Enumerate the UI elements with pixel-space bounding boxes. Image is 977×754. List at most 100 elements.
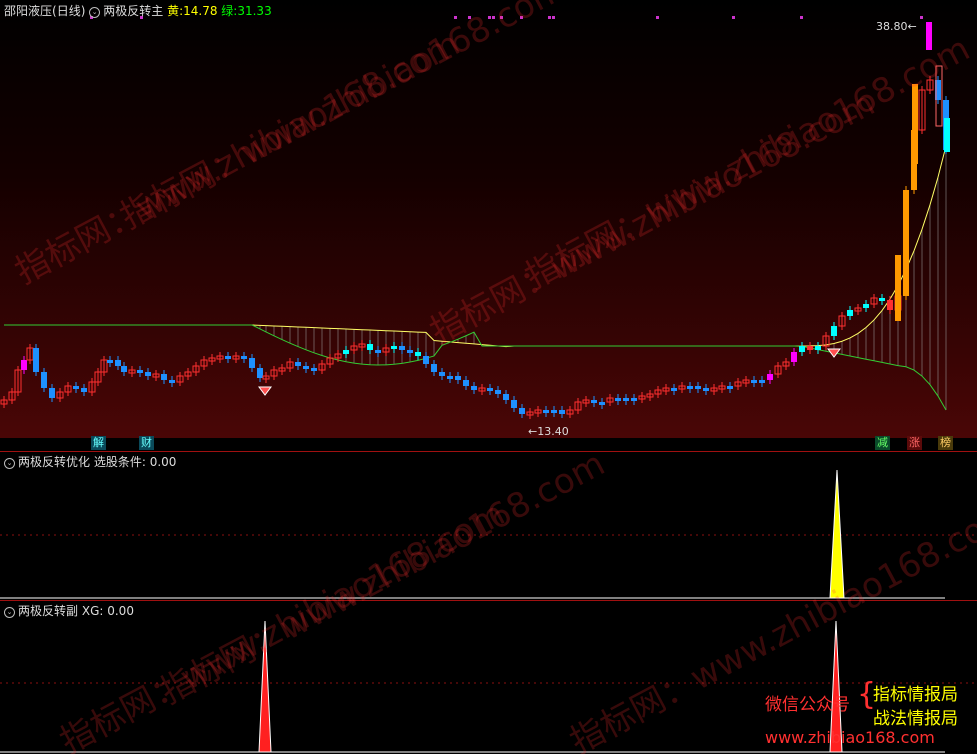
- top-marker-dot: [552, 16, 555, 19]
- top-marker-dot: [920, 16, 923, 19]
- main-chart-panel[interactable]: 邵阳液压(日线) ⌄ 两极反转主 黄:14.78 绿:31.33 38.80← ←…: [0, 0, 977, 439]
- candle-body: [415, 352, 421, 356]
- high-price-label: 38.80←: [876, 20, 917, 33]
- signal-gem-icon: [258, 386, 272, 396]
- candle-body: [703, 388, 709, 391]
- candle-body: [767, 374, 773, 380]
- candle-body: [807, 346, 813, 350]
- candle-body: [367, 344, 373, 350]
- sub1-label: 选股条件:: [93, 455, 146, 469]
- top-marker-dot: [548, 16, 551, 19]
- candle-body: [121, 366, 127, 372]
- promo-url: www.zhibiao168.com: [765, 728, 935, 747]
- candle-body: [623, 398, 629, 401]
- candle-body: [33, 348, 39, 372]
- rally-candle: [912, 84, 918, 164]
- candle-body: [671, 388, 677, 391]
- candle-body: [107, 360, 113, 363]
- candle-body: [751, 380, 757, 383]
- band-lower-line: [4, 324, 947, 411]
- candle-body: [399, 346, 405, 350]
- signal-spike: [829, 469, 845, 599]
- tag-jie[interactable]: 解: [91, 436, 106, 450]
- candle-body: [463, 380, 469, 386]
- chart-window: { "main": { "stock_name": "邵阳液压", "perio…: [0, 0, 977, 754]
- candle-body: [759, 380, 765, 383]
- candle-body: [249, 358, 255, 368]
- candle-body: [695, 386, 701, 389]
- candle-body: [599, 402, 605, 405]
- rally-candle: [926, 22, 932, 50]
- top-marker-dot: [800, 16, 803, 19]
- band-upper-line: [4, 145, 947, 348]
- candle-body: [503, 394, 509, 400]
- sub1-canvas[interactable]: [0, 452, 977, 600]
- candle-body: [471, 386, 477, 390]
- candle-body: [343, 350, 349, 354]
- tag-bang[interactable]: 榜: [938, 436, 953, 450]
- top-marker-dot: [656, 16, 659, 19]
- top-marker-dot: [520, 16, 523, 19]
- rally-candle: [895, 255, 901, 321]
- candle-body: [615, 398, 621, 401]
- candle-body: [169, 380, 175, 383]
- candle-body: [559, 410, 565, 414]
- candle-body: [49, 388, 55, 398]
- candle-body: [887, 300, 893, 310]
- sub-panel-optimized[interactable]: ⌄ 两极反转优化 选股条件: 0.00: [0, 452, 977, 600]
- candle-body: [311, 368, 317, 371]
- top-marker-dot: [488, 16, 491, 19]
- candle-body: [137, 370, 143, 373]
- candle-body: [375, 350, 381, 353]
- top-marker-dot: [500, 16, 503, 19]
- promo-line2: 战法情报局: [873, 709, 958, 729]
- candle-body: [161, 374, 167, 380]
- candle-body: [73, 386, 79, 389]
- indicator-name[interactable]: 两极反转主: [103, 4, 163, 18]
- top-marker-dot: [454, 16, 457, 19]
- sub1-header: ⌄ 两极反转优化 选股条件: 0.00: [4, 453, 176, 470]
- candle-body: [241, 356, 247, 359]
- candle-body: [879, 298, 885, 301]
- candle-body: [439, 372, 445, 376]
- promo-line1: 指标情报局: [873, 685, 958, 705]
- signal-spike: [258, 620, 272, 753]
- candle-body: [495, 390, 501, 394]
- tag-jian[interactable]: 减: [875, 436, 890, 450]
- candle-body: [145, 372, 151, 376]
- candle-body: [727, 386, 733, 389]
- candle-body: [423, 356, 429, 364]
- candle-body: [487, 388, 493, 391]
- sub2-header: ⌄ 两极反转副 XG: 0.00: [4, 602, 134, 619]
- candle-body: [431, 364, 437, 372]
- stock-name[interactable]: 邵阳液压: [4, 4, 52, 18]
- sub2-value: 0.00: [107, 604, 134, 618]
- green-label: 绿:: [221, 4, 238, 18]
- candle-body: [631, 398, 637, 401]
- yellow-label: 黄:: [167, 4, 184, 18]
- candle-body: [847, 310, 853, 316]
- collapse-icon[interactable]: ⌄: [89, 7, 101, 18]
- collapse-icon[interactable]: ⌄: [4, 607, 15, 618]
- candle-body: [863, 304, 869, 308]
- candle-body: [791, 352, 797, 362]
- candle-body: [591, 400, 597, 403]
- top-marker-dot: [468, 16, 471, 19]
- sub2-indicator-name[interactable]: 两极反转副: [18, 604, 78, 618]
- candle-body: [687, 386, 693, 389]
- sub1-indicator-name[interactable]: 两极反转优化: [18, 455, 90, 469]
- sub1-value: 0.00: [149, 455, 177, 469]
- candle-body: [407, 350, 413, 353]
- candle-body: [391, 346, 397, 349]
- rally-candle: [944, 118, 950, 152]
- tag-zhang[interactable]: 涨: [907, 436, 922, 450]
- sub2-label: XG:: [81, 604, 104, 618]
- candle-body: [799, 346, 805, 352]
- collapse-icon[interactable]: ⌄: [4, 458, 15, 469]
- green-value: 31.33: [237, 4, 272, 18]
- candle-body: [831, 326, 837, 336]
- candle-body: [295, 362, 301, 366]
- tag-cai[interactable]: 财: [139, 436, 154, 450]
- main-chart-canvas[interactable]: [0, 0, 977, 439]
- candle-body: [543, 410, 549, 413]
